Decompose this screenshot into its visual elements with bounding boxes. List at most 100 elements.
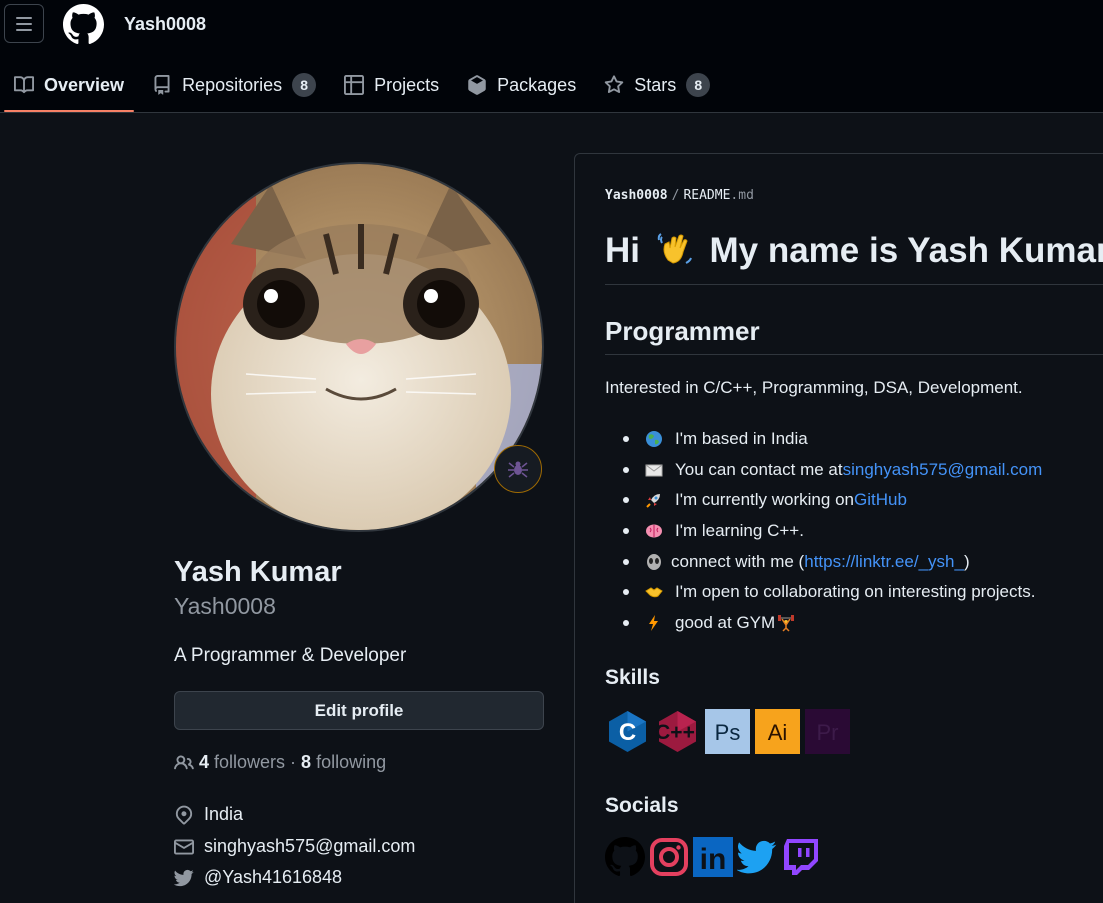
follow-stats: 4 followers · 8 following bbox=[174, 752, 386, 773]
spider-icon bbox=[508, 461, 528, 478]
readme-file-ext: .md bbox=[730, 188, 754, 203]
title-main: My name is Yash Kumar bbox=[709, 231, 1103, 270]
top-header: Yash0008 Overview Repositories 8 Project… bbox=[0, 0, 1103, 113]
followers-label: followers bbox=[214, 752, 286, 772]
readme-file-link[interactable]: README.md bbox=[683, 188, 753, 203]
skills-heading: Skills bbox=[605, 666, 660, 689]
fact-text: I'm currently working on bbox=[675, 490, 854, 510]
profile-login: Yash0008 bbox=[174, 593, 276, 619]
repositories-count-badge: 8 bbox=[292, 73, 317, 97]
vcard-twitter: @Yash41616848 bbox=[174, 867, 342, 888]
location-pin-icon bbox=[175, 805, 193, 824]
premiere-icon[interactable]: Pr bbox=[805, 709, 850, 754]
edit-profile-button[interactable]: Edit profile bbox=[174, 691, 544, 730]
table-icon bbox=[344, 75, 365, 95]
cplusplus-label: C++ bbox=[655, 721, 695, 744]
bullet bbox=[623, 619, 629, 626]
book-icon bbox=[14, 76, 34, 94]
linkedin-label: in bbox=[700, 843, 727, 876]
title-greeting: Hi bbox=[605, 231, 640, 270]
vcard-location: India bbox=[174, 804, 243, 825]
repo-icon bbox=[154, 75, 170, 95]
stars-count-badge: 8 bbox=[686, 73, 711, 97]
package-icon bbox=[468, 75, 486, 95]
fact-text: I'm learning C++. bbox=[675, 521, 804, 541]
cat-avatar-image bbox=[176, 164, 542, 530]
list-item: I'm based in India bbox=[623, 424, 1042, 455]
instagram-icon[interactable] bbox=[649, 837, 689, 877]
followers-link[interactable]: 4 followers bbox=[199, 752, 285, 773]
email-link[interactable]: singhyash575@gmail.com bbox=[204, 836, 415, 857]
twitch-icon[interactable] bbox=[781, 837, 821, 877]
list-item: I'm open to collaborating on interesting… bbox=[623, 577, 1042, 608]
breadcrumb-separator: / bbox=[671, 188, 680, 203]
status-emoji-button[interactable] bbox=[494, 445, 542, 493]
github-readme-link[interactable]: GitHub bbox=[854, 490, 907, 510]
bullet bbox=[623, 558, 629, 565]
twitter-link[interactable]: @Yash41616848 bbox=[204, 867, 342, 888]
list-item: connect with me (https://linktr.ee/_ysh_… bbox=[623, 546, 1042, 577]
photoshop-label: Ps bbox=[715, 720, 741, 745]
list-item: good at GYM bbox=[623, 608, 1042, 639]
lightning-icon bbox=[649, 614, 658, 631]
list-item: I'm learning C++. bbox=[623, 516, 1042, 547]
photoshop-icon[interactable]: Ps bbox=[705, 709, 750, 754]
handshake-icon bbox=[645, 587, 663, 598]
linktree-link[interactable]: https://linktr.ee/_ysh_ bbox=[804, 552, 964, 572]
menu-line bbox=[16, 22, 32, 25]
github-logo-icon[interactable] bbox=[63, 4, 104, 45]
follow-separator: · bbox=[290, 752, 297, 772]
illustrator-icon[interactable]: Ai bbox=[755, 709, 800, 754]
location-text: India bbox=[204, 804, 244, 824]
c-icon[interactable]: C bbox=[605, 709, 650, 754]
fact-text: You can contact me at bbox=[675, 459, 843, 479]
twitter-bird-icon bbox=[174, 869, 194, 886]
tab-overview-label: Overview bbox=[44, 74, 125, 95]
title-divider bbox=[605, 284, 1103, 285]
tab-repositories[interactable]: Repositories 8 bbox=[142, 58, 326, 112]
globe-icon bbox=[646, 431, 662, 448]
rocket-icon bbox=[646, 494, 660, 509]
following-link[interactable]: 8 following bbox=[301, 752, 386, 773]
readme-owner-link[interactable]: Yash0008 bbox=[605, 188, 668, 203]
tab-overview[interactable]: Overview bbox=[4, 58, 135, 112]
bullet bbox=[623, 589, 629, 596]
hamburger-menu-button[interactable] bbox=[4, 4, 44, 43]
fact-text: I'm based in India bbox=[675, 429, 808, 449]
menu-line bbox=[16, 28, 32, 31]
tab-stars-label: Stars bbox=[634, 74, 677, 95]
tab-projects[interactable]: Projects bbox=[334, 58, 449, 112]
weightlifter-icon bbox=[778, 614, 795, 632]
readme-breadcrumb: Yash0008/README.md bbox=[605, 188, 754, 203]
premiere-label: Pr bbox=[817, 720, 839, 745]
subtitle-divider bbox=[605, 354, 1103, 355]
fact-text-after: ) bbox=[963, 551, 970, 571]
github-icon[interactable] bbox=[605, 837, 645, 877]
followers-count: 4 bbox=[199, 752, 210, 772]
readme-title: Hi My name is Yash Kumar bbox=[605, 230, 1103, 271]
menu-line bbox=[16, 16, 32, 19]
readme-card: Yash0008/README.md Hi My name is Yash Ku… bbox=[574, 153, 1103, 903]
email-readme-link[interactable]: singhyash575@gmail.com bbox=[843, 460, 1043, 480]
profile-tabs: Overview Repositories 8 Projects Package… bbox=[4, 58, 728, 113]
tab-packages[interactable]: Packages bbox=[457, 58, 586, 112]
alien-icon bbox=[647, 553, 661, 570]
following-count: 8 bbox=[301, 752, 312, 772]
tab-stars[interactable]: Stars 8 bbox=[594, 58, 720, 112]
twitter-icon[interactable] bbox=[737, 837, 777, 877]
readme-subtitle: Programmer bbox=[605, 316, 760, 346]
vcard-email: singhyash575@gmail.com bbox=[174, 836, 415, 857]
profile-full-name: Yash Kumar bbox=[174, 556, 342, 588]
socials-heading: Socials bbox=[605, 794, 679, 817]
cplusplus-icon[interactable]: C++ bbox=[655, 709, 700, 754]
linkedin-icon[interactable]: in bbox=[693, 837, 733, 877]
fact-text: good at GYM bbox=[675, 612, 776, 632]
avatar[interactable] bbox=[174, 162, 544, 532]
c-label: C bbox=[619, 719, 636, 746]
people-icon bbox=[174, 754, 194, 769]
tab-repositories-label: Repositories bbox=[182, 74, 283, 95]
header-username[interactable]: Yash0008 bbox=[124, 14, 206, 35]
waving-hand-icon bbox=[657, 233, 692, 264]
list-item: You can contact me at singhyash575@gmail… bbox=[623, 455, 1042, 486]
following-label: following bbox=[316, 752, 387, 772]
